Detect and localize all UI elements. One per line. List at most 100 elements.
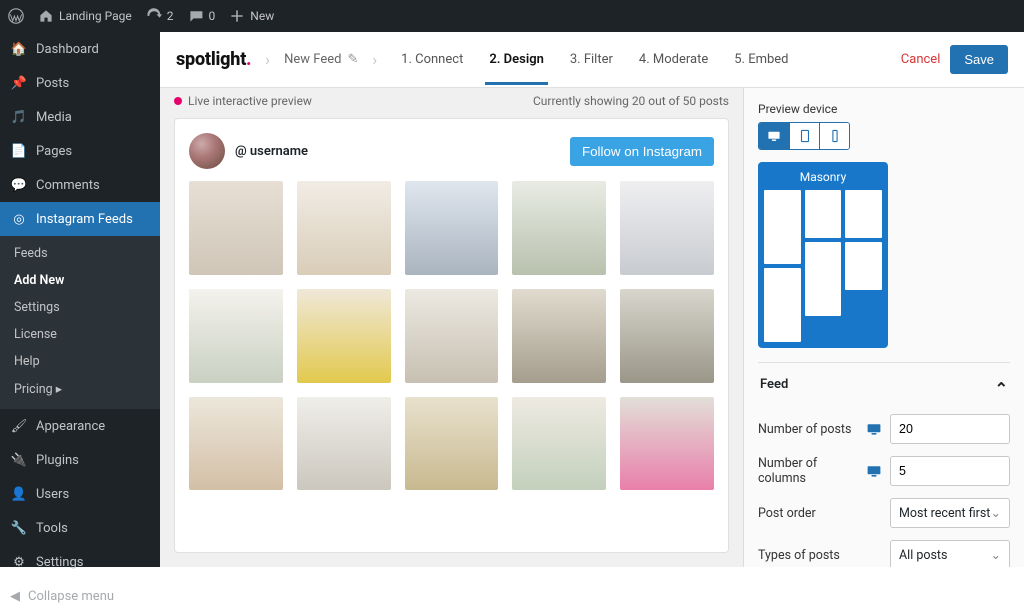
post-tile[interactable] — [297, 289, 391, 383]
post-tile[interactable] — [620, 289, 714, 383]
new-link[interactable]: New — [229, 8, 274, 24]
comment-icon: 💬 — [10, 176, 28, 194]
submenu-feeds[interactable]: Feeds — [0, 240, 160, 267]
collapse-menu[interactable]: ◀Collapse menu — [0, 579, 160, 614]
num-posts-input[interactable] — [890, 414, 1010, 444]
post-order-label: Post order — [758, 506, 882, 521]
menu-comments[interactable]: 💬Comments — [0, 168, 160, 202]
post-order-select[interactable]: Most recent first⌄ — [890, 498, 1010, 528]
step-design[interactable]: 2. Design — [485, 34, 548, 85]
menu-settings[interactable]: ⚙Settings — [0, 545, 160, 579]
menu-instagram-feeds[interactable]: ◎Instagram Feeds — [0, 202, 160, 236]
post-tile[interactable] — [297, 397, 391, 491]
desktop-icon[interactable] — [866, 421, 882, 437]
showing-count: Currently showing 20 out of 50 posts — [533, 94, 729, 108]
posts-grid — [189, 181, 714, 490]
menu-dashboard[interactable]: 🏠Dashboard — [0, 32, 160, 66]
types-select[interactable]: All posts⌄ — [890, 540, 1010, 567]
submenu-pricing[interactable]: Pricing ▸ — [0, 375, 160, 403]
num-cols-label: Number of columns — [758, 456, 858, 486]
site-link[interactable]: Landing Page — [38, 8, 132, 24]
device-phone[interactable] — [819, 123, 849, 149]
wp-admin-bar: Landing Page 2 0 New — [0, 0, 1024, 32]
comment-icon — [188, 8, 204, 24]
submenu-license[interactable]: License — [0, 321, 160, 348]
collapse-icon: ◀ — [10, 589, 20, 604]
plus-icon — [229, 8, 245, 24]
step-embed[interactable]: 5. Embed — [730, 34, 792, 85]
step-moderate[interactable]: 4. Moderate — [635, 34, 712, 85]
post-tile[interactable] — [512, 397, 606, 491]
menu-pages[interactable]: 📄Pages — [0, 134, 160, 168]
pin-icon: 📌 — [10, 74, 28, 92]
avatar — [189, 133, 225, 169]
submenu-instagram: Feeds Add New Settings License Help Pric… — [0, 236, 160, 409]
post-tile[interactable] — [189, 181, 283, 275]
submenu-add-new[interactable]: Add New — [0, 267, 160, 294]
post-tile[interactable] — [405, 397, 499, 491]
device-segmented — [758, 122, 850, 150]
wp-logo[interactable] — [8, 8, 24, 24]
username: @ username — [235, 144, 308, 159]
menu-tools[interactable]: 🔧Tools — [0, 511, 160, 545]
site-name: Landing Page — [59, 9, 132, 23]
section-feed-header[interactable]: Feed — [758, 363, 1010, 406]
post-tile[interactable] — [189, 397, 283, 491]
device-tablet[interactable] — [789, 123, 819, 149]
post-tile[interactable] — [512, 289, 606, 383]
menu-users[interactable]: 👤Users — [0, 477, 160, 511]
feed-name[interactable]: New Feed ✎ — [284, 52, 358, 67]
new-label: New — [250, 9, 274, 23]
updates-link[interactable]: 2 — [146, 8, 174, 24]
settings-panel: Preview device Masonry Feed — [744, 88, 1024, 567]
chevron-right-icon: › — [372, 50, 377, 69]
step-connect[interactable]: 1. Connect — [397, 34, 467, 85]
brush-icon: 🖌 — [10, 417, 28, 435]
wizard-steps: 1. Connect 2. Design 3. Filter 4. Modera… — [397, 34, 792, 85]
menu-plugins[interactable]: 🔌Plugins — [0, 443, 160, 477]
chevron-down-icon: ⌄ — [991, 547, 1001, 563]
plug-icon: 🔌 — [10, 451, 28, 469]
wp-side-menu: 🏠Dashboard 📌Posts 🎵Media 📄Pages 💬Comment… — [0, 32, 160, 567]
layout-masonry-card[interactable]: Masonry — [758, 162, 888, 348]
user-icon: 👤 — [10, 485, 28, 503]
chevron-down-icon: ⌄ — [991, 505, 1001, 521]
save-button[interactable]: Save — [950, 45, 1008, 74]
follow-button[interactable]: Follow on Instagram — [570, 137, 714, 166]
step-filter[interactable]: 3. Filter — [566, 34, 617, 85]
gauge-icon: 🏠 — [10, 40, 28, 58]
post-tile[interactable] — [405, 181, 499, 275]
submenu-help[interactable]: Help — [0, 348, 160, 375]
preview-pane: Live interactive preview Currently showi… — [160, 88, 744, 567]
post-tile[interactable] — [620, 397, 714, 491]
preview-card: @ username Follow on Instagram — [174, 118, 729, 553]
home-icon — [38, 8, 54, 24]
comments-count: 0 — [209, 9, 216, 23]
desktop-icon[interactable] — [866, 463, 882, 479]
post-tile[interactable] — [620, 181, 714, 275]
menu-appearance[interactable]: 🖌Appearance — [0, 409, 160, 443]
updates-count: 2 — [167, 9, 174, 23]
media-icon: 🎵 — [10, 108, 28, 126]
instagram-icon: ◎ — [10, 210, 28, 228]
preview-device-label: Preview device — [758, 102, 1010, 116]
num-posts-label: Number of posts — [758, 422, 858, 437]
post-tile[interactable] — [189, 289, 283, 383]
cancel-link[interactable]: Cancel — [901, 52, 941, 67]
menu-media[interactable]: 🎵Media — [0, 100, 160, 134]
device-desktop[interactable] — [759, 123, 789, 149]
desktop-icon — [767, 129, 781, 143]
live-indicator-icon — [174, 97, 182, 105]
submenu-settings[interactable]: Settings — [0, 294, 160, 321]
num-cols-input[interactable] — [890, 456, 1010, 486]
tablet-icon — [798, 129, 812, 143]
phone-icon — [828, 129, 842, 143]
post-tile[interactable] — [405, 289, 499, 383]
live-preview-label: Live interactive preview — [188, 94, 312, 108]
wrench-icon: 🔧 — [10, 519, 28, 537]
menu-posts[interactable]: 📌Posts — [0, 66, 160, 100]
comments-link[interactable]: 0 — [188, 8, 216, 24]
post-tile[interactable] — [512, 181, 606, 275]
layout-name: Masonry — [764, 168, 882, 190]
post-tile[interactable] — [297, 181, 391, 275]
